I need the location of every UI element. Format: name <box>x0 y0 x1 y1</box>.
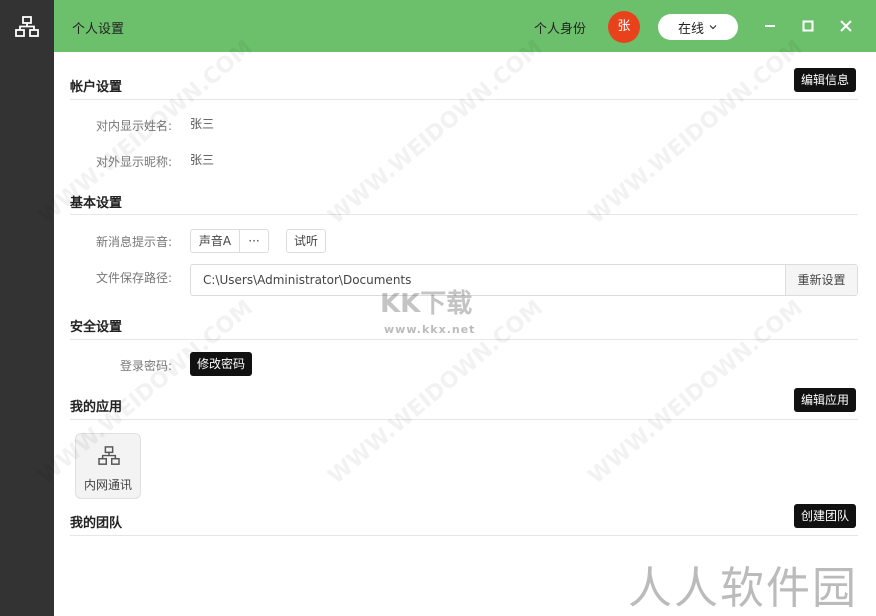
divider <box>70 99 858 100</box>
chevron-down-icon <box>708 22 718 32</box>
internal-name-value: 张三 <box>190 115 214 132</box>
divider <box>70 419 858 420</box>
sound-more-button[interactable]: ··· <box>239 229 269 253</box>
account-section-title: 帐户设置 <box>70 76 122 95</box>
status-label: 在线 <box>678 18 704 37</box>
create-team-button[interactable]: 创建团队 <box>794 504 856 528</box>
security-section-title: 安全设置 <box>70 316 122 335</box>
change-password-button[interactable]: 修改密码 <box>190 352 252 376</box>
avatar[interactable]: 张 <box>608 11 640 43</box>
external-name-value: 张三 <box>190 151 214 168</box>
divider <box>70 535 858 536</box>
window-title: 个人设置 <box>72 18 124 37</box>
reset-path-button[interactable]: 重新设置 <box>785 265 857 295</box>
path-field[interactable]: C:\Users\Administrator\Documents 重新设置 <box>190 264 858 296</box>
apps-section-title: 我的应用 <box>70 396 122 415</box>
listen-button[interactable]: 试听 <box>286 229 326 253</box>
path-value: C:\Users\Administrator\Documents <box>203 273 411 287</box>
close-icon[interactable] <box>836 16 856 36</box>
path-label: 文件保存路径: <box>54 269 172 286</box>
divider <box>70 214 858 215</box>
maximize-icon[interactable] <box>798 16 818 36</box>
team-section-title: 我的团队 <box>70 512 122 531</box>
app-tile[interactable]: 内网通讯 <box>75 433 141 499</box>
divider <box>70 339 858 340</box>
internal-name-label: 对内显示姓名: <box>54 117 172 134</box>
title-bar: 个人设置 个人身份 张 在线 <box>54 0 876 52</box>
sidebar <box>0 0 54 616</box>
edit-info-button[interactable]: 编辑信息 <box>794 68 856 92</box>
app-name: 内网通讯 <box>76 476 140 493</box>
basic-section-title: 基本设置 <box>70 192 122 211</box>
edit-apps-button[interactable]: 编辑应用 <box>794 388 856 412</box>
external-name-label: 对外显示昵称: <box>54 153 172 170</box>
password-label: 登录密码: <box>54 357 172 374</box>
minimize-icon[interactable] <box>760 16 780 36</box>
sound-label: 新消息提示音: <box>54 233 172 250</box>
identity-label[interactable]: 个人身份 <box>534 18 586 37</box>
network-icon[interactable] <box>15 16 39 38</box>
settings-panel: 帐户设置 编辑信息 对内显示姓名: 张三 对外显示昵称: 张三 基本设置 新消息… <box>54 52 876 616</box>
network-icon <box>98 446 120 466</box>
status-dropdown[interactable]: 在线 <box>658 14 738 40</box>
sound-select[interactable]: 声音A <box>190 229 240 253</box>
